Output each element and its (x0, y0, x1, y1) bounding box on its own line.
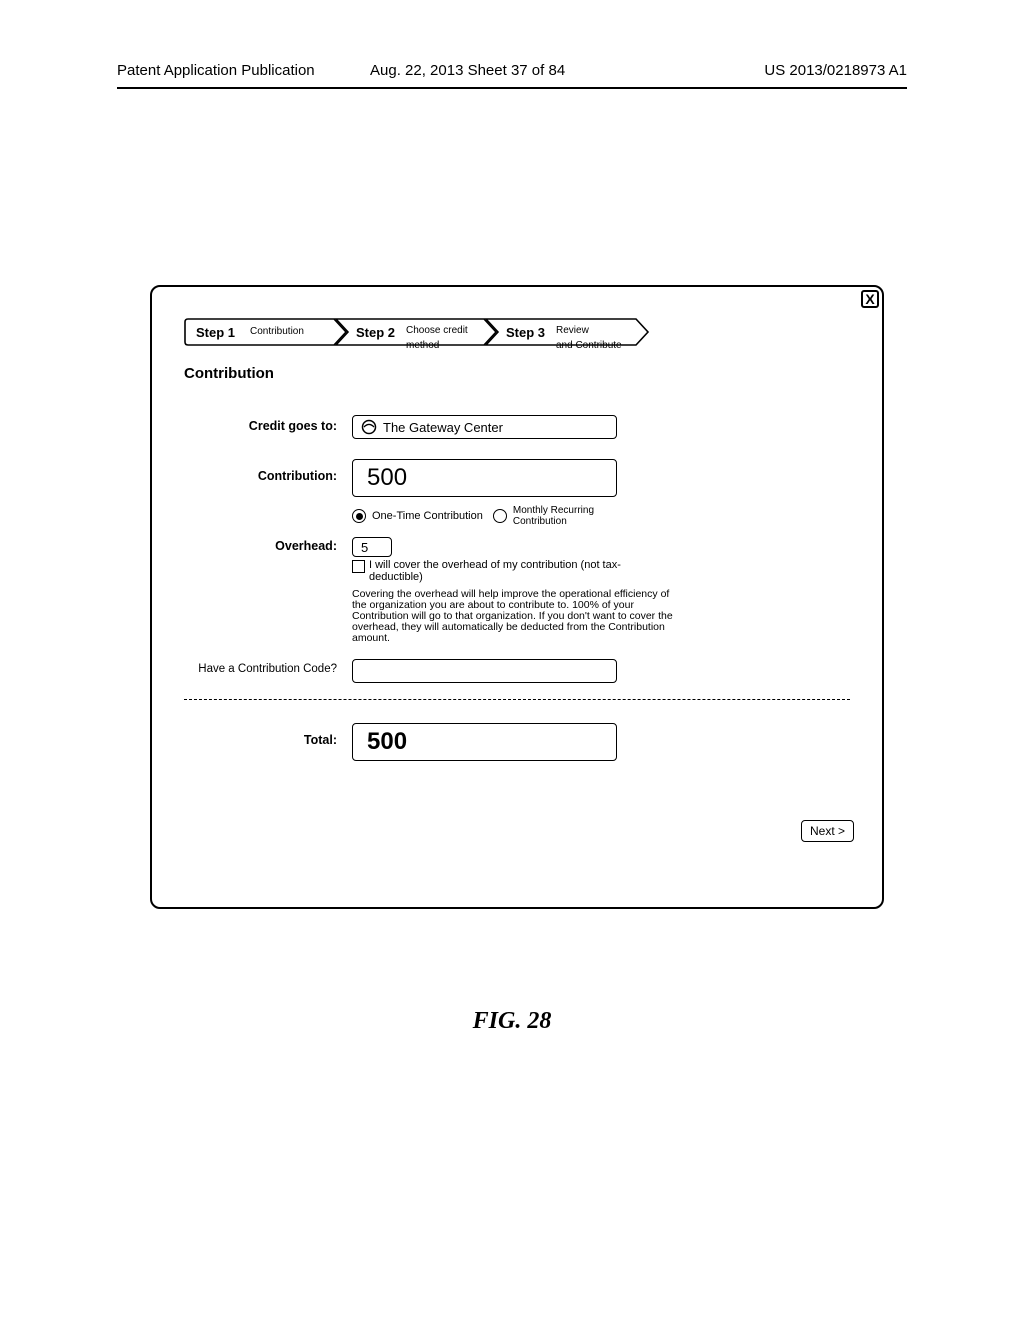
radio-monthly[interactable] (493, 509, 507, 523)
overhead-field[interactable]: 5 (352, 537, 392, 557)
cover-overhead-checkbox[interactable] (352, 560, 365, 573)
section-title: Contribution (184, 365, 274, 382)
radio-monthly-label: Monthly Recurring Contribution (513, 505, 594, 527)
radio-one-time[interactable] (352, 509, 366, 523)
total-field: 500 (352, 723, 617, 761)
credit-goes-to-value: The Gateway Center (383, 420, 503, 435)
next-button[interactable]: Next > (801, 820, 854, 842)
step-3-title[interactable]: Step 3 (506, 325, 545, 340)
figure-caption: FIG. 28 (0, 1008, 1024, 1035)
contribution-amount-field[interactable]: 500 (352, 459, 617, 497)
contribution-amount-value: 500 (367, 464, 407, 492)
label-contribution-code: Have a Contribution Code? (152, 663, 337, 675)
header-rule (117, 87, 907, 89)
credit-goes-to-field[interactable]: The Gateway Center (352, 415, 617, 439)
overhead-checkbox-row: I will cover the overhead of my contribu… (352, 559, 639, 583)
header-publication: Patent Application Publication (117, 62, 315, 79)
total-value: 500 (367, 728, 407, 756)
label-contribution: Contribution: (152, 469, 337, 483)
contribution-dialog: X Step 1 Contribution Step 2 Choose cred… (150, 285, 884, 909)
org-logo-icon (361, 419, 377, 435)
step-indicator: Step 1 Contribution Step 2 Choose credit… (184, 317, 654, 345)
step-1-sub: Contribution (250, 327, 304, 337)
divider-dashed (184, 699, 850, 700)
overhead-note: Covering the overhead will help improve … (352, 589, 682, 644)
step-3-sub: Review and Contribute (556, 321, 622, 351)
step-2-sub: Choose credit method (406, 321, 468, 351)
label-credit-goes-to: Credit goes to: (152, 419, 337, 433)
radio-one-time-label: One-Time Contribution (372, 510, 483, 522)
overhead-value: 5 (361, 540, 368, 555)
label-overhead: Overhead: (152, 539, 337, 553)
step-1-title[interactable]: Step 1 (196, 325, 235, 340)
close-button[interactable]: X (861, 290, 879, 308)
step-2-title[interactable]: Step 2 (356, 325, 395, 340)
label-total: Total: (152, 733, 337, 747)
header-patent-number: US 2013/0218973 A1 (764, 62, 907, 79)
contribution-frequency-group: One-Time Contribution Monthly Recurring … (352, 505, 594, 527)
cover-overhead-label: I will cover the overhead of my contribu… (369, 559, 639, 583)
header-sheet: Aug. 22, 2013 Sheet 37 of 84 (370, 62, 565, 79)
contribution-code-field[interactable] (352, 659, 617, 683)
